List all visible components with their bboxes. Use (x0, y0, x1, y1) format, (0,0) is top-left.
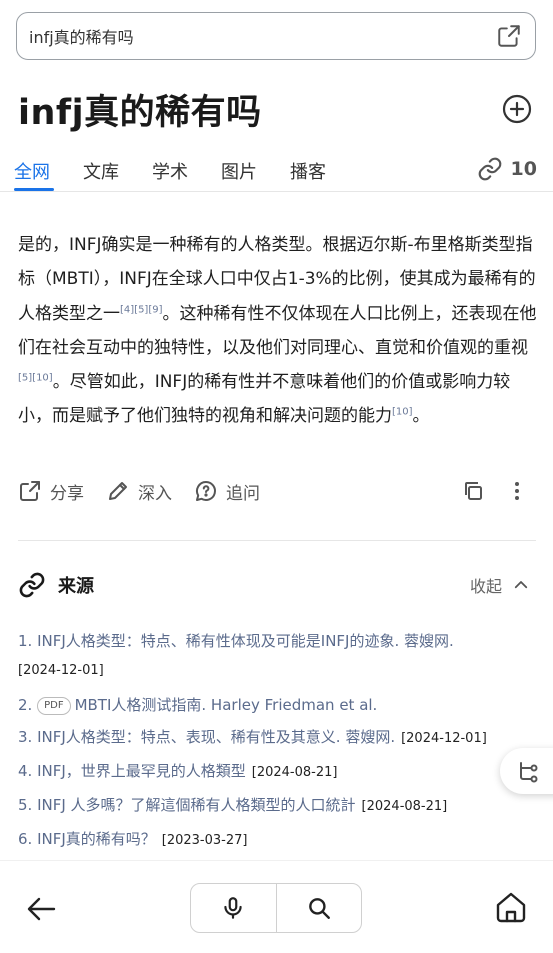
answer-part-4: 。 (412, 406, 430, 427)
bottom-nav (0, 860, 553, 953)
links-counter[interactable]: 10 (477, 156, 537, 182)
source-title[interactable]: 4. INFJ，世界上最罕見的人格類型 (18, 762, 246, 780)
mindmap-icon (520, 762, 538, 783)
share-icon (20, 481, 40, 501)
more-options-icon[interactable] (505, 479, 529, 503)
add-circle-icon[interactable] (500, 92, 534, 126)
tab-academic[interactable]: 学术 (152, 158, 188, 184)
chevron-up-icon (514, 581, 528, 589)
tab-web[interactable]: 全网 (14, 158, 50, 184)
active-tab-indicator (14, 188, 54, 191)
source-date: [2024-08-21] (361, 799, 448, 814)
source-date: [2023-03-27] (161, 833, 248, 848)
source-item[interactable]: 6. INFJ真的稀有吗？ [2023-03-27] (18, 823, 533, 857)
sources-header: 来源 收起 (18, 570, 536, 600)
deepen-label: 深入 (138, 483, 172, 504)
source-item[interactable]: 5. INFJ 人多嗎？了解這個稀有人格類型的人口統計 [2024-08-21] (18, 789, 533, 823)
source-title[interactable]: MBTI人格测试指南. Harley Friedman et al. (75, 696, 378, 714)
voice-search-pill (190, 883, 362, 933)
source-date: [2024-12-01] (18, 663, 104, 678)
source-title[interactable]: 6. INFJ真的稀有吗？ (18, 830, 156, 848)
links-count: 10 (510, 158, 537, 180)
source-title[interactable]: 3. INFJ人格类型：特点、表现、稀有性及其意义. 蓉嫂网. (18, 728, 395, 746)
question-bubble-icon (196, 481, 216, 501)
share-label: 分享 (50, 483, 84, 504)
home-icon[interactable] (493, 889, 529, 925)
source-item[interactable]: 1. INFJ人格类型：特点、稀有性体现及可能是INFJ的迹象. 蓉嫂网. [2… (18, 627, 533, 685)
microphone-button[interactable] (191, 884, 276, 932)
citation-refs[interactable]: [5][10] (18, 373, 53, 384)
tab-images[interactable]: 图片 (221, 158, 257, 184)
deepen-button[interactable]: 深入 (106, 479, 172, 504)
sources-label: 来源 (58, 576, 94, 597)
search-bar[interactable]: infj真的稀有吗 (16, 12, 536, 60)
page-title: infj真的稀有吗 (18, 93, 262, 133)
microphone-icon (224, 897, 242, 919)
source-date: [2024-08-21] (251, 765, 338, 780)
answer-actions: 分享 深入 追问 (18, 476, 538, 506)
answer-part-3: 。尽管如此，INFJ的稀有性并不意味着他们的价值或影响力较小，而是赋予了他们独特… (18, 372, 511, 427)
link-icon (478, 157, 501, 181)
tab-bar: 全网 文库 学术 图片 播客 10 (0, 150, 553, 192)
search-button[interactable] (277, 884, 362, 932)
collapse-label: 收起 (469, 577, 502, 596)
pencil-icon (109, 482, 127, 500)
open-external-icon[interactable] (495, 22, 523, 50)
citation-refs[interactable]: [10] (392, 407, 413, 418)
search-icon (308, 898, 330, 919)
citation-refs[interactable]: [4][5][9] (120, 304, 163, 315)
pdf-badge: PDF (37, 697, 71, 715)
section-divider (18, 540, 536, 541)
tab-podcast[interactable]: 播客 (290, 158, 326, 184)
source-item[interactable]: 2. PDF MBTI人格测试指南. Harley Friedman et al. (18, 689, 533, 721)
back-arrow-icon[interactable] (26, 895, 58, 923)
followup-button[interactable]: 追问 (194, 479, 260, 504)
collapse-sources-button[interactable]: 收起 (470, 573, 530, 597)
sources-list: 1. INFJ人格类型：特点、稀有性体现及可能是INFJ的迹象. 蓉嫂网. [2… (18, 627, 533, 857)
copy-icon[interactable] (461, 479, 485, 503)
mindmap-button[interactable] (500, 748, 553, 794)
source-title[interactable]: 5. INFJ 人多嗎？了解這個稀有人格類型的人口統計 (18, 796, 356, 814)
source-number: 2. (18, 696, 33, 714)
tab-library[interactable]: 文库 (83, 158, 119, 184)
search-query[interactable]: infj真的稀有吗 (29, 24, 495, 48)
share-button[interactable]: 分享 (18, 479, 84, 504)
source-date: [2024-12-01] (401, 731, 487, 746)
source-title[interactable]: 1. INFJ人格类型：特点、稀有性体现及可能是INFJ的迹象. 蓉嫂网. (18, 632, 454, 650)
followup-label: 追问 (226, 483, 260, 504)
source-item[interactable]: 4. INFJ，世界上最罕見的人格類型 [2024-08-21] (18, 755, 533, 789)
link-icon (19, 572, 45, 598)
source-item[interactable]: 3. INFJ人格类型：特点、表现、稀有性及其意义. 蓉嫂网. [2024-12-… (18, 721, 533, 755)
answer-text: 是的，INFJ确实是一种稀有的人格类型。根据迈尔斯-布里格斯类型指标（MBTI）… (18, 228, 538, 434)
